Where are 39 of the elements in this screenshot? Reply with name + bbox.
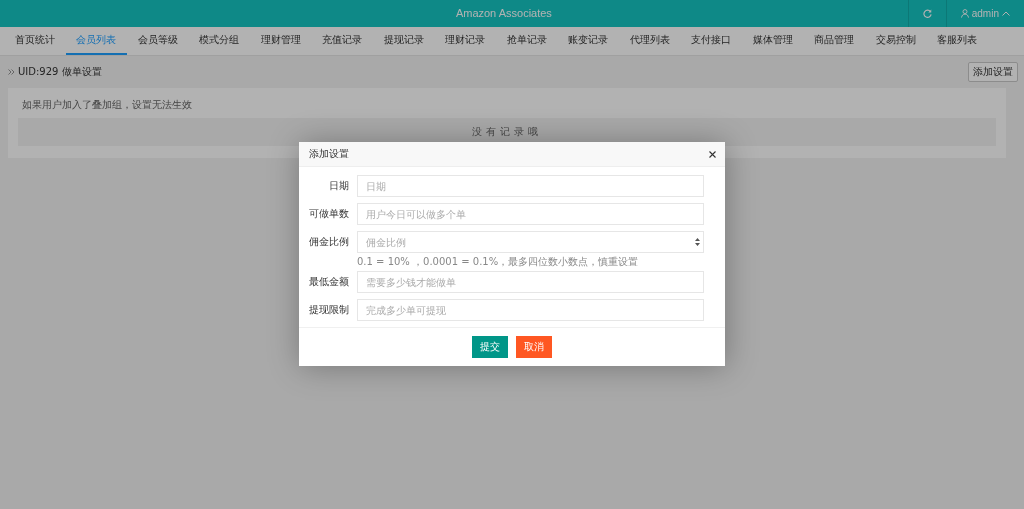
notice-text: 如果用户加入了叠加组，设置无法生效 [22, 98, 193, 112]
nav-tab[interactable]: 充值记录 [311, 27, 373, 55]
field-label: 可做单数 [308, 207, 350, 221]
breadcrumb: UID:929 做单设置 [18, 65, 102, 79]
dialog-title: 添加设置 [309, 147, 349, 161]
field-label: 提现限制 [308, 303, 350, 317]
input-field[interactable]: 完成多少单可提现 [357, 299, 704, 321]
nav-tab[interactable]: 客服列表 [926, 27, 988, 55]
spinner-icon[interactable] [695, 238, 700, 246]
app-title: Amazon Associates [454, 6, 553, 21]
nav-tab[interactable]: 首页统计 [4, 27, 66, 55]
nav-tab[interactable]: 账变记录 [557, 27, 619, 55]
chevron-icon [8, 69, 15, 75]
field-label: 日期 [328, 179, 350, 193]
field-label: 佣金比例 [308, 235, 350, 249]
nav-tab[interactable]: 模式分组 [188, 27, 250, 55]
nav-tab[interactable]: 交易控制 [865, 27, 927, 55]
submit-button[interactable]: 提交 [472, 336, 508, 358]
nav-tab[interactable]: 会员等级 [127, 27, 189, 55]
input-field[interactable]: 用户今日可以做多个单 [357, 203, 704, 225]
refresh-icon [922, 9, 932, 18]
nav-tab[interactable]: 商品管理 [803, 27, 865, 55]
hint-text: 0.1 = 10% ，0.0001 = 0.1%，最多四位数小数点，慎重设置 [357, 255, 640, 269]
user-icon [960, 9, 969, 18]
nav-tab[interactable]: 理财管理 [250, 27, 312, 55]
input-field[interactable]: 需要多少钱才能做单 [357, 271, 704, 293]
nav-tab[interactable]: 支付接口 [680, 27, 742, 55]
nav-tab[interactable]: 媒体管理 [742, 27, 804, 55]
nav-tab[interactable]: 代理列表 [619, 27, 681, 55]
input-field[interactable]: 日期 [357, 175, 704, 197]
add-setting-button[interactable]: 添加设置 [968, 62, 1018, 82]
nav-tab[interactable]: 理财记录 [434, 27, 496, 55]
close-button[interactable] [708, 149, 717, 159]
empty-table: 没有记录哦 [18, 118, 996, 146]
field-label: 最低金额 [308, 275, 350, 289]
caret-icon [1002, 11, 1010, 16]
nav-tab[interactable]: 抢单记录 [496, 27, 558, 55]
nav-tab[interactable]: 提现记录 [373, 27, 435, 55]
number-field[interactable]: 佣金比例 [357, 231, 704, 253]
